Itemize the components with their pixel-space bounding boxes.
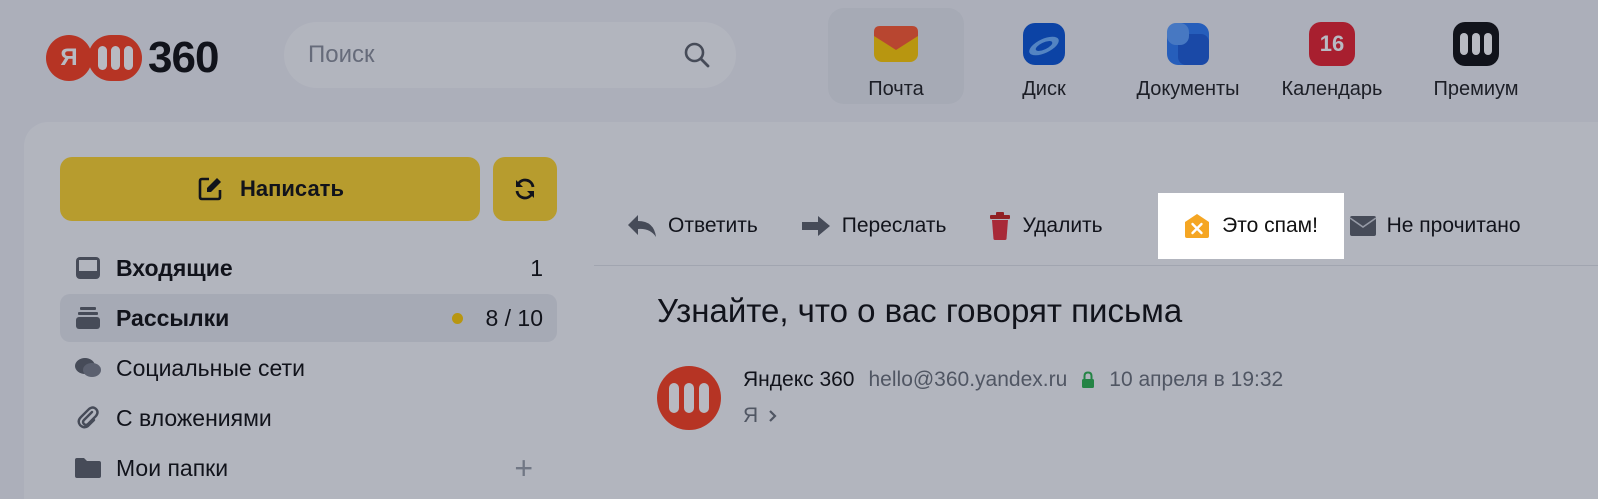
disk-icon xyxy=(1021,22,1067,66)
app-label: Премиум xyxy=(1433,78,1519,100)
sender-email[interactable]: hello@360.yandex.ru xyxy=(869,368,1068,392)
forward-label: Переслать xyxy=(841,214,947,237)
spam-button[interactable]: Это спам! xyxy=(1158,193,1344,259)
delete-label: Удалить xyxy=(1022,214,1103,237)
calendar-date-badge: 16 xyxy=(1319,31,1345,56)
sender-avatar[interactable] xyxy=(657,366,721,430)
folder-icon xyxy=(74,454,102,482)
search-icon[interactable] xyxy=(682,40,712,70)
app-disk[interactable]: Диск xyxy=(972,8,1116,104)
message-sender-block: Яндекс 360 hello@360.yandex.ru 10 апреля… xyxy=(657,366,1283,430)
logo-ya-circle: Я xyxy=(46,35,92,81)
services-bar: Почта Диск Документы 16 Календарь Премиу… xyxy=(828,8,1548,104)
folder-name: Входящие xyxy=(116,254,233,281)
folder-social[interactable]: Социальные сети xyxy=(60,344,557,392)
folder-name: Рассылки xyxy=(116,304,230,331)
folder-newsletters[interactable]: Рассылки 8 / 10 xyxy=(60,294,557,342)
app-documents[interactable]: Документы xyxy=(1116,8,1260,104)
forward-arrow-icon xyxy=(801,216,830,236)
sender-info: Яндекс 360 hello@360.yandex.ru 10 апреля… xyxy=(743,366,1283,430)
mark-unread-button[interactable]: Не прочитано xyxy=(1349,193,1521,259)
trash-icon xyxy=(990,212,1011,240)
unread-dot xyxy=(452,312,464,324)
folder-name: Мои папки xyxy=(116,454,229,481)
mail-icon xyxy=(873,22,919,66)
calendar-icon: 16 xyxy=(1309,22,1355,66)
sender-name[interactable]: Яндекс 360 xyxy=(743,368,855,392)
verified-lock-icon xyxy=(1082,371,1095,388)
message-subject: Узнайте, что о вас говорят письма xyxy=(657,292,1183,329)
documents-icon xyxy=(1165,22,1211,66)
app-premium[interactable]: Премиум xyxy=(1404,8,1548,104)
chevron-right-icon xyxy=(769,410,777,422)
app-calendar[interactable]: 16 Календарь xyxy=(1260,8,1404,104)
app-label: Календарь xyxy=(1281,78,1383,100)
inbox-icon xyxy=(74,254,102,282)
reply-button[interactable]: Ответить xyxy=(626,193,758,259)
yandex-360-logo[interactable]: Я 360 xyxy=(46,33,219,82)
toolbar-divider xyxy=(594,265,1598,266)
folder-inbox[interactable]: Входящие 1 xyxy=(60,244,557,292)
logo-360-mark xyxy=(88,35,142,81)
folder-count: 8 / 10 xyxy=(485,304,543,331)
reply-label: Ответить xyxy=(668,214,758,237)
social-icon xyxy=(74,354,102,382)
message-toolbar: Ответить Переслать Удалить Не прочитано xyxy=(594,186,1598,266)
unread-label: Не прочитано xyxy=(1386,214,1521,237)
premium-icon xyxy=(1453,22,1499,66)
app-label: Диск xyxy=(1022,78,1066,100)
newsletter-icon xyxy=(74,304,102,332)
logo-number: 360 xyxy=(148,33,219,82)
spam-icon xyxy=(1185,214,1210,238)
envelope-icon xyxy=(1349,216,1377,236)
folder-name: Социальные сети xyxy=(116,354,305,381)
compose-label: Написать xyxy=(240,176,344,201)
app-label: Документы xyxy=(1136,78,1240,100)
message-date: 10 апреля в 19:32 xyxy=(1109,368,1284,391)
sender-line: Яндекс 360 hello@360.yandex.ru 10 апреля… xyxy=(743,368,1283,392)
attachment-icon xyxy=(74,404,102,432)
delete-button[interactable]: Удалить xyxy=(988,193,1103,259)
folder-name: С вложениями xyxy=(116,404,272,431)
recipient-name: Я xyxy=(743,404,759,427)
folder-my-folders[interactable]: Мои папки + xyxy=(60,444,557,492)
reply-icon xyxy=(628,215,656,237)
compose-button[interactable]: Написать xyxy=(60,157,480,221)
recipient-line[interactable]: Я xyxy=(743,404,1283,428)
search-bar[interactable] xyxy=(284,22,736,88)
folder-list: Входящие 1 Рассылки 8 / 10 Социальные се… xyxy=(60,244,557,494)
add-folder-button[interactable]: + xyxy=(514,450,533,487)
spam-label: Это спам! xyxy=(1222,214,1318,237)
app-label: Почта xyxy=(868,78,924,100)
compose-icon xyxy=(198,177,222,201)
forward-button[interactable]: Переслать xyxy=(800,193,947,259)
refresh-button[interactable] xyxy=(493,157,557,221)
folder-attachments[interactable]: С вложениями xyxy=(60,394,557,442)
folder-count: 1 xyxy=(530,254,543,281)
app-mail[interactable]: Почта xyxy=(828,8,964,104)
refresh-icon xyxy=(515,178,535,200)
search-input[interactable] xyxy=(308,41,682,69)
